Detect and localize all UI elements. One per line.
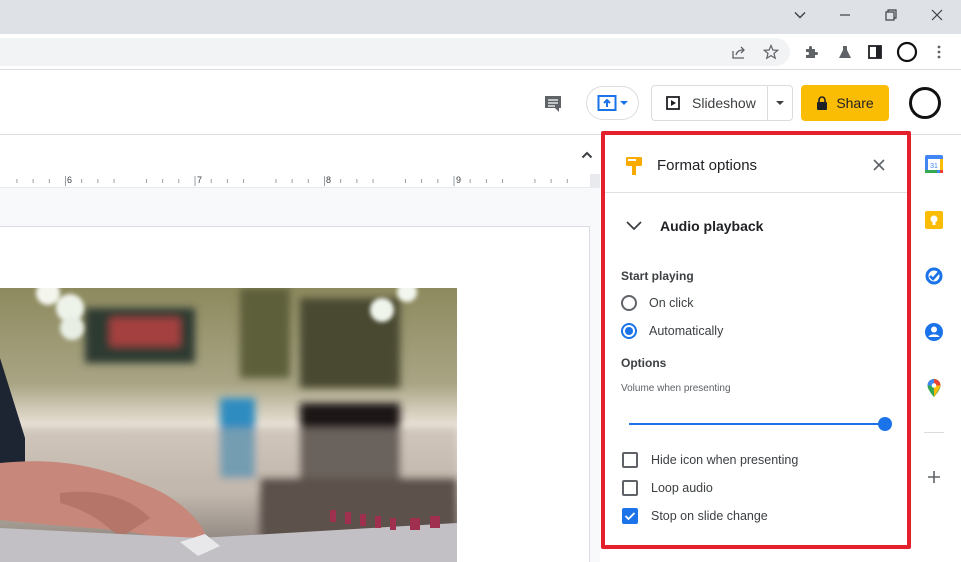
maps-icon [927, 379, 941, 397]
bookmark-button[interactable] [759, 40, 783, 64]
close-panel-button[interactable] [869, 155, 889, 175]
puzzle-icon [806, 46, 818, 58]
close-icon [931, 9, 943, 21]
contacts-app-button[interactable] [922, 320, 946, 344]
slide-image-mixing-console[interactable] [0, 288, 457, 562]
star-icon [763, 44, 779, 60]
section-title: Audio playback [660, 218, 764, 234]
paint-roller-icon [625, 155, 643, 177]
checkbox-label: Stop on slide change [651, 509, 768, 523]
tab-search-button[interactable] [777, 0, 823, 30]
close-window-button[interactable] [914, 0, 960, 30]
lock-icon [817, 96, 828, 110]
calendar-app-button[interactable]: 31 [922, 152, 946, 176]
checkbox-hide-icon[interactable]: Hide icon when presenting [622, 452, 798, 468]
ruler-end [590, 174, 600, 188]
close-icon [873, 159, 885, 171]
ruler-label-9: 9 [456, 175, 462, 185]
slideshow-button-group: Slideshow [651, 85, 793, 121]
ruler-label-8: 8 [326, 175, 332, 185]
slideshow-button[interactable]: Slideshow [652, 86, 768, 120]
horizontal-ruler[interactable]: 6 7 8 9 [0, 174, 590, 188]
get-add-ons-button[interactable] [922, 465, 946, 489]
comments-button[interactable] [541, 92, 565, 116]
contacts-icon [925, 323, 943, 341]
tasks-icon [925, 267, 943, 285]
chevron-down-icon [794, 12, 806, 19]
side-panel-icon [868, 45, 882, 59]
share-page-button[interactable] [727, 40, 751, 64]
slider-fill [629, 423, 885, 425]
format-options-panel: Format options Audio playback Start play… [601, 131, 911, 549]
ruler-label-6: 6 [67, 175, 73, 185]
checkbox[interactable] [622, 480, 638, 496]
slideshow-options-dropdown[interactable] [768, 86, 792, 120]
radio-button-selected[interactable] [621, 323, 637, 339]
address-bar[interactable] [0, 38, 790, 66]
keep-icon [925, 211, 943, 229]
calendar-icon: 31 [925, 155, 943, 173]
more-vert-icon [937, 45, 941, 59]
checkbox-stop-on-slide-change[interactable]: Stop on slide change [622, 508, 768, 524]
ruler-label-7: 7 [197, 175, 203, 185]
caret-down-icon [619, 101, 628, 105]
play-icon [666, 96, 680, 110]
volume-slider[interactable] [629, 416, 892, 432]
present-to-meet-button[interactable] [586, 86, 639, 120]
checkbox-loop-audio[interactable]: Loop audio [622, 480, 713, 496]
minimize-icon [840, 14, 850, 16]
share-icon [732, 46, 745, 59]
volume-label: Volume when presenting [621, 383, 731, 394]
side-panel-button[interactable] [863, 40, 887, 64]
caret-down-icon [776, 101, 784, 105]
plus-icon [928, 471, 940, 483]
checkmark-icon [624, 512, 636, 521]
profile-icon [896, 41, 918, 63]
restore-button[interactable] [868, 0, 914, 30]
radio-button[interactable] [621, 295, 637, 311]
ruler-ticks [16, 176, 568, 186]
keep-app-button[interactable] [922, 208, 946, 232]
side-divider [924, 432, 944, 433]
share-label: Share [836, 95, 874, 111]
radio-label: On click [649, 296, 694, 310]
radio-automatically[interactable]: Automatically [621, 323, 723, 339]
restore-icon [885, 9, 897, 21]
present-icon [597, 95, 616, 111]
svg-text:31: 31 [930, 163, 938, 170]
audio-playback-section-toggle[interactable]: Audio playback [605, 195, 907, 251]
options-label: Options [621, 356, 667, 370]
browser-title-bar [0, 0, 961, 34]
radio-label: Automatically [649, 324, 724, 338]
labs-button[interactable] [833, 40, 857, 64]
radio-on-click[interactable]: On click [621, 295, 693, 311]
checkbox-checked[interactable] [622, 508, 638, 524]
tasks-app-button[interactable] [922, 264, 946, 288]
panel-header: Format options [605, 135, 907, 193]
side-apps-panel: 31 [912, 136, 961, 562]
slideshow-label: Slideshow [692, 95, 756, 111]
account-avatar[interactable] [909, 87, 941, 119]
share-button[interactable]: Share [801, 85, 889, 121]
chevron-up-icon [581, 151, 593, 159]
panel-title: Format options [657, 157, 758, 174]
slider-thumb[interactable] [878, 417, 892, 431]
chevron-down-icon [625, 218, 643, 232]
mixing-console-photo [0, 288, 457, 562]
checkbox[interactable] [622, 452, 638, 468]
menu-collapse-row [0, 136, 600, 174]
flask-icon [839, 46, 851, 58]
checkbox-label: Loop audio [651, 481, 713, 495]
comment-icon [545, 96, 561, 112]
profile-button[interactable] [895, 40, 919, 64]
maps-app-button[interactable] [922, 376, 946, 400]
checkbox-label: Hide icon when presenting [651, 453, 799, 467]
start-playing-label: Start playing [621, 269, 694, 283]
minimize-button[interactable] [822, 0, 868, 30]
browser-menu-button[interactable] [927, 40, 951, 64]
collapse-menus-button[interactable] [578, 146, 596, 164]
extensions-button[interactable] [799, 40, 823, 64]
